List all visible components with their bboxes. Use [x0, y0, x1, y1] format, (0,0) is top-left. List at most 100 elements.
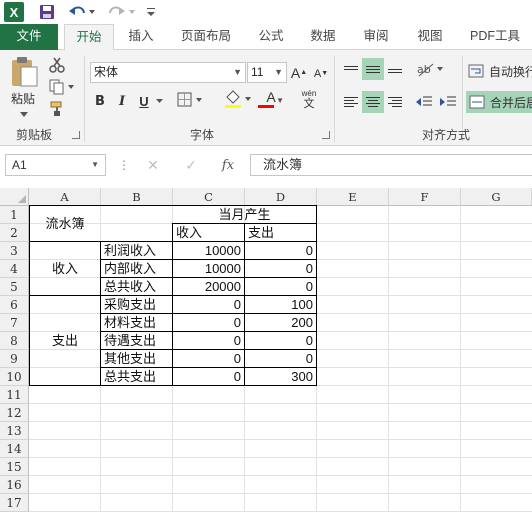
tab-file[interactable]: 文件: [0, 24, 58, 50]
align-right-icon[interactable]: [384, 91, 406, 113]
cell-income-value[interactable]: 0: [173, 296, 244, 313]
cell-line-label[interactable]: 总共收入: [101, 278, 172, 295]
middle-align-icon[interactable]: [362, 58, 384, 80]
insert-function-icon[interactable]: fx: [210, 158, 246, 173]
row-header-11[interactable]: 11: [0, 386, 29, 404]
row-header-2[interactable]: 2: [0, 224, 29, 242]
paste-button[interactable]: 粘贴: [6, 90, 40, 106]
cell-line-label[interactable]: 内部收入: [101, 260, 172, 277]
increase-indent-icon[interactable]: [438, 91, 458, 113]
cut-icon[interactable]: [48, 56, 66, 74]
cell-income-value[interactable]: 10000: [173, 260, 244, 277]
underline-button[interactable]: U: [136, 92, 152, 110]
cell-income-value[interactable]: 20000: [173, 278, 244, 295]
cell-line-label[interactable]: 待遇支出: [101, 332, 172, 349]
merge-center-button[interactable]: 合并后居: [466, 91, 532, 113]
cell-income-value[interactable]: 0: [173, 332, 244, 349]
row-header-17[interactable]: 17: [0, 494, 29, 512]
font-color-button[interactable]: A ▼: [256, 88, 286, 110]
cell-expense-value[interactable]: 100: [245, 296, 316, 313]
fill-color-icon[interactable]: [222, 88, 254, 110]
column-header-e[interactable]: E: [317, 188, 389, 206]
align-left-icon[interactable]: [340, 91, 362, 113]
clipboard-launcher-icon[interactable]: [72, 131, 80, 139]
borders-icon[interactable]: [176, 90, 206, 110]
copy-icon[interactable]: [48, 78, 76, 96]
enter-icon[interactable]: ✓: [172, 157, 210, 174]
cell-income-value[interactable]: 0: [173, 350, 244, 367]
cell-d2[interactable]: 支出: [245, 224, 316, 241]
top-align-icon[interactable]: [340, 58, 362, 80]
cell-c2[interactable]: 收入: [173, 224, 244, 241]
cell-expense-value[interactable]: 0: [245, 350, 316, 367]
cell-expense-value[interactable]: 0: [245, 278, 316, 295]
cell-income-value[interactable]: 0: [173, 368, 244, 385]
column-header-d[interactable]: D: [245, 188, 317, 206]
column-header-f[interactable]: F: [389, 188, 461, 206]
phonetic-guide-button[interactable]: wén 文: [296, 86, 322, 112]
row-header-16[interactable]: 16: [0, 476, 29, 494]
row-header-4[interactable]: 4: [0, 260, 29, 278]
worksheet-grid[interactable]: ABCDEFG 1 2 3 4 5 6 7 8 9 10 11 12 13 14 15 16 17 流水簿 当月产…: [0, 188, 532, 516]
font-name-combo[interactable]: 宋体 ▼: [90, 62, 246, 83]
row-header-5[interactable]: 5: [0, 278, 29, 296]
tab-pdf-tools[interactable]: PDF工具: [464, 24, 526, 50]
row-header-10[interactable]: 10: [0, 368, 29, 386]
decrease-indent-icon[interactable]: [414, 91, 434, 113]
row-header-1[interactable]: 1: [0, 206, 29, 224]
cell-a1-merged[interactable]: 流水簿: [30, 206, 100, 241]
tab-review[interactable]: 审阅: [356, 24, 396, 50]
cell-expense-value[interactable]: 300: [245, 368, 316, 385]
cell-expense-value[interactable]: 0: [245, 260, 316, 277]
chevron-down-icon[interactable]: ▼: [233, 63, 242, 82]
italic-button[interactable]: I: [114, 92, 130, 110]
cancel-icon[interactable]: ✕: [134, 157, 172, 174]
tab-view[interactable]: 视图: [410, 24, 450, 50]
row-header-13[interactable]: 13: [0, 422, 29, 440]
cell-expense-value[interactable]: 0: [245, 332, 316, 349]
column-header-g[interactable]: G: [461, 188, 532, 206]
cell-expense-value[interactable]: 200: [245, 314, 316, 331]
bottom-align-icon[interactable]: [384, 58, 406, 80]
tab-data[interactable]: 数据: [304, 24, 342, 50]
name-box-splitter[interactable]: ⋮: [118, 157, 130, 173]
tab-insert[interactable]: 插入: [120, 24, 162, 50]
row-header-12[interactable]: 12: [0, 404, 29, 422]
font-size-combo[interactable]: 11 ▼: [247, 62, 287, 83]
column-header-b[interactable]: B: [101, 188, 173, 206]
cell-c1-merged[interactable]: 当月产生: [173, 206, 316, 223]
chevron-down-icon[interactable]: ▼: [91, 155, 99, 175]
format-painter-icon[interactable]: [48, 100, 66, 118]
row-header-9[interactable]: 9: [0, 350, 29, 368]
paste-dropdown-icon[interactable]: [16, 110, 32, 120]
cell-expense-value[interactable]: 0: [245, 242, 316, 259]
row-header-6[interactable]: 6: [0, 296, 29, 314]
chevron-down-icon[interactable]: ▼: [276, 96, 284, 105]
undo-icon[interactable]: [66, 2, 96, 22]
column-header-c[interactable]: C: [173, 188, 245, 206]
cell-income-value[interactable]: 0: [173, 314, 244, 331]
redo-icon[interactable]: [106, 2, 136, 22]
tab-home[interactable]: 开始: [64, 24, 114, 51]
underline-dropdown-icon[interactable]: [154, 96, 164, 106]
cell-line-label[interactable]: 采购支出: [101, 296, 172, 313]
cell-income-group[interactable]: 收入: [30, 242, 100, 295]
font-launcher-icon[interactable]: [322, 131, 330, 139]
customize-toolbar-icon[interactable]: [144, 2, 158, 22]
wrap-text-button[interactable]: 自动换行: [468, 60, 532, 82]
cell-income-value[interactable]: 10000: [173, 242, 244, 259]
cell-line-label[interactable]: 总共支出: [101, 368, 172, 385]
select-all-button[interactable]: [0, 188, 29, 206]
row-header-14[interactable]: 14: [0, 440, 29, 458]
bold-button[interactable]: B: [92, 92, 108, 110]
cell-expense-group[interactable]: 支出: [30, 296, 100, 385]
column-header-a[interactable]: A: [29, 188, 101, 206]
row-header-3[interactable]: 3: [0, 242, 29, 260]
row-header-8[interactable]: 8: [0, 332, 29, 350]
shrink-font-button[interactable]: A ▼: [313, 64, 329, 83]
row-header-15[interactable]: 15: [0, 458, 29, 476]
row-header-7[interactable]: 7: [0, 314, 29, 332]
chevron-down-icon[interactable]: ▼: [274, 63, 283, 82]
tab-formulas[interactable]: 公式: [252, 24, 290, 50]
orientation-icon[interactable]: ab: [414, 58, 446, 80]
